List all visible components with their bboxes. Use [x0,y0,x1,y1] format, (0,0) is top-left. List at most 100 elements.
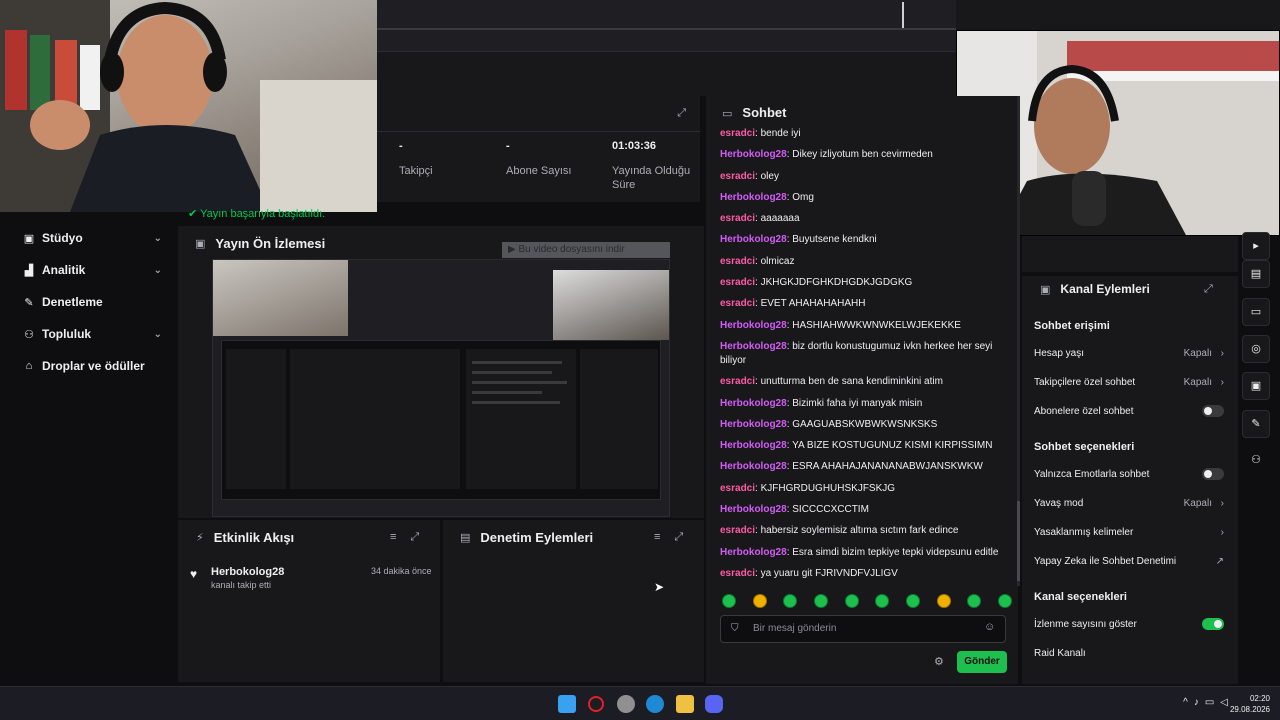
chat-text: Esra simdi bizim tepkiye tepki videpsunu… [792,546,999,558]
emoji-icon[interactable]: ☺ [984,621,995,633]
expand-icon[interactable]: ⤢ [677,107,686,120]
moderation-controls[interactable]: ≡⤢ [654,531,697,544]
display-icon[interactable]: ▭ [1205,697,1220,708]
rail-box-icon[interactable]: ▣ [1242,372,1270,400]
sidebar-item-label: Analitik [42,263,86,277]
system-tray[interactable]: ^♪▭◁ [1183,697,1234,708]
timeline-track [376,28,956,30]
emote-only-toggle[interactable] [1202,468,1224,480]
preview-webcam-2 [553,270,669,340]
chat-scrollbar[interactable] [1017,96,1020,586]
expand-icon[interactable]: ⤢ [1204,283,1213,296]
filter-icon[interactable]: ≡ [654,531,674,543]
subs-only-toggle[interactable] [1202,405,1224,417]
emote-icon[interactable] [752,594,767,608]
rail-wrench-icon[interactable]: ✎ [1242,410,1270,438]
clock[interactable]: 02:20 29.08.2026 [1230,693,1270,715]
emote-icon[interactable] [967,594,982,608]
show-viewers-toggle[interactable] [1202,618,1224,630]
filter-icon[interactable]: ≡ [390,531,410,543]
banned-words-row[interactable]: Yasaklanmış kelimeler › [1034,527,1224,541]
chat-username[interactable]: esradci [720,483,755,494]
preview-webcam-1 [213,260,348,336]
show-viewers-label: İzlenme sayısını göster [1034,619,1137,630]
chat-username[interactable]: esradci [720,376,755,387]
activity-controls[interactable]: ≡⤢ [390,531,433,544]
chat-message: Herbokolog28: HASHIAHWWKWNWKELWJEKEKKE [720,319,1015,333]
chat-username[interactable]: Herbokolog28 [720,504,787,515]
chat-username[interactable]: esradci [720,568,755,579]
chat-username[interactable]: Herbokolog28 [720,440,787,451]
rail-target-icon[interactable]: ◎ [1242,335,1270,363]
chat-message: esradci: habersiz soylemisiz altıma sıct… [720,524,1015,538]
sidebar-item-drops[interactable]: ⌂ Droplar ve ödüller [22,356,162,376]
download-video-popup[interactable]: ▶ Bu video dosyasını indir [502,242,670,258]
emote-icon[interactable] [875,594,890,608]
gear-icon[interactable]: ⚙ [934,655,944,668]
rail-people-icon[interactable]: ⚇ [1242,447,1270,475]
stream-preview-video[interactable] [212,259,670,517]
chat-username[interactable]: esradci [720,128,755,139]
rail-chat-icon[interactable]: ▭ [1242,298,1270,326]
chat-username[interactable]: esradci [720,256,755,267]
chat-text: KJFHGRDUGHUHSKJFSKJG [760,482,896,494]
chat-username[interactable]: Herbokolog28 [720,419,787,430]
chat-username[interactable]: Herbokolog28 [720,149,787,160]
chat-options-heading: Sohbet seçenekleri [1034,441,1135,453]
edge-icon[interactable] [646,695,664,713]
slow-mode-label: Yavaş mod [1034,498,1084,509]
chat-message: esradci: JKHGKJDFGHKDHGDKJGDGKG [720,276,1015,290]
playhead[interactable] [902,2,904,28]
chat-username[interactable]: Herbokolog28 [720,461,787,472]
chat-username[interactable]: esradci [720,213,755,224]
emote-icon[interactable] [997,594,1012,608]
chat-username[interactable]: esradci [720,277,755,288]
discord-icon[interactable] [705,695,723,713]
emote-icon[interactable] [905,594,920,608]
chat-username[interactable]: Herbokolog28 [720,320,787,331]
rail-list-icon[interactable]: ▤ [1242,260,1270,288]
chat-username[interactable]: esradci [720,525,755,536]
moderation-title: ▤ Denetim Eylemleri [460,530,593,545]
wrench-icon: ✎ [24,296,34,309]
chat-username[interactable]: esradci [720,171,755,182]
followers-only-row[interactable]: Takipçilere özel sohbet Kapalı › [1034,377,1224,391]
sidebar-item-moderation[interactable]: ✎ Denetleme [22,292,162,312]
chat-message: Herbokolog28: GAAGUABSKWBWKWSNKSKS [720,418,1015,432]
sidebar-item-studio[interactable]: ▣ Stüdyo ⌄ [22,228,162,248]
scrollbar-thumb[interactable] [1017,501,1020,581]
ai-moderation-label: Yapay Zeka ile Sohbet Denetimi [1034,556,1177,567]
raid-row[interactable]: Raid Kanalı [1034,648,1224,662]
obs-icon[interactable] [617,695,635,713]
slow-mode-row[interactable]: Yavaş mod Kapalı › [1034,498,1224,512]
mic-icon[interactable]: ♪ [1194,697,1205,708]
rail-play-icon[interactable]: ▸ [1242,232,1270,260]
chat-username[interactable]: Herbokolog28 [720,341,787,352]
chat-username[interactable]: Herbokolog28 [720,398,787,409]
shield-icon[interactable]: ⛉ [731,623,739,634]
ai-moderation-row[interactable]: Yapay Zeka ile Sohbet Denetimi ↗ [1034,556,1224,570]
emote-icon[interactable] [783,594,798,608]
chat-username[interactable]: Herbokolog28 [720,234,787,245]
chevron-up-icon[interactable]: ^ [1183,697,1194,708]
chat-username[interactable]: Herbokolog28 [720,192,787,203]
send-button[interactable]: Gönder [957,651,1007,673]
emote-icon[interactable] [936,594,951,608]
chat-username[interactable]: Herbokolog28 [720,547,787,558]
expand-icon[interactable]: ⤢ [674,531,697,543]
opera-icon[interactable] [588,696,604,712]
timeline[interactable] [376,0,956,52]
account-age-row[interactable]: Hesap yaşı Kapalı › [1034,348,1224,362]
sidebar-item-community[interactable]: ⚇ Topluluk ⌄ [22,324,162,344]
chat-message: esradci: EVET AHAHAHAHAHH [720,297,1015,311]
emote-icon[interactable] [722,594,736,608]
emote-icon[interactable] [813,594,828,608]
windows-start-icon[interactable] [558,695,576,713]
folder-icon[interactable] [676,695,694,713]
emote-icon[interactable] [844,594,859,608]
activity-user[interactable]: Herbokolog28 [211,566,284,578]
chat-input[interactable]: Bir mesaj gönderin [720,615,1006,643]
expand-icon[interactable]: ⤢ [410,531,433,543]
chat-username[interactable]: esradci [720,298,755,309]
sidebar-item-analytics[interactable]: ▟ Analitik ⌄ [22,260,162,280]
